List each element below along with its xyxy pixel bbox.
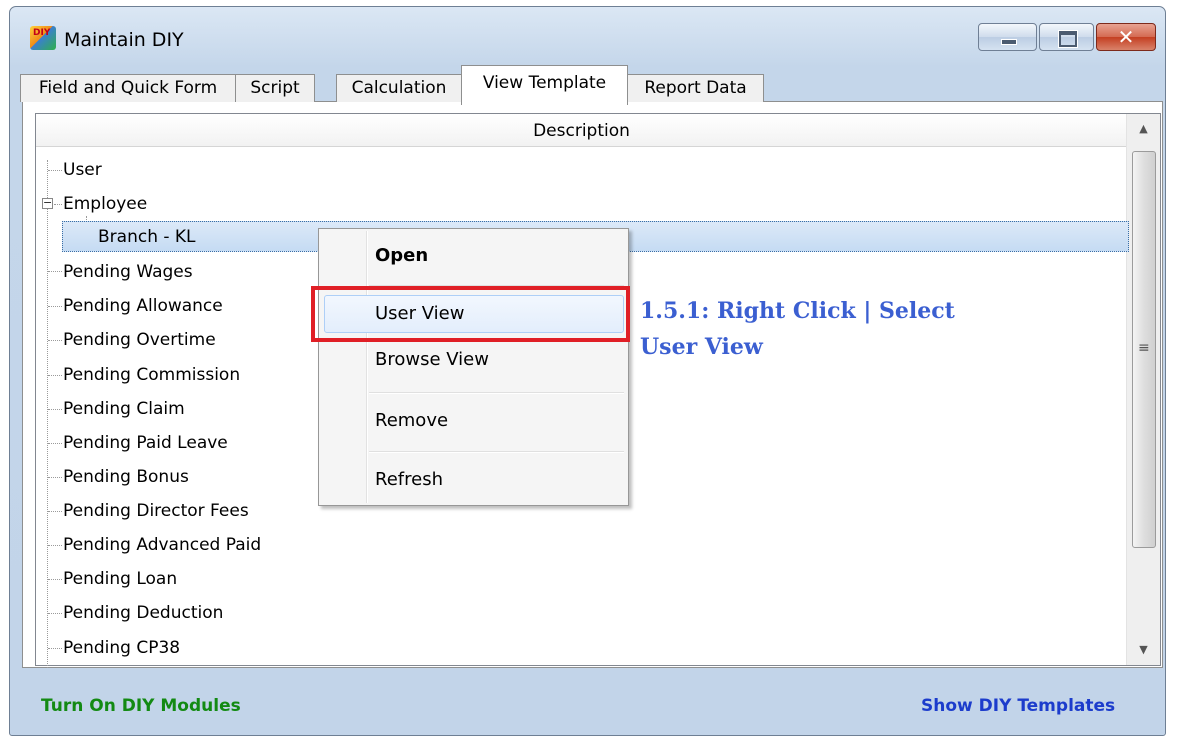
show-diy-templates-link[interactable]: Show DIY Templates [921, 696, 1115, 716]
annotation-line-1: 1.5.1: Right Click | Select [640, 298, 955, 324]
minimize-button[interactable] [978, 23, 1037, 51]
tree-item-pending-paid-leave[interactable]: Pending Paid Leave [63, 433, 228, 453]
context-menu: Open User View Browse View Remove Refres… [318, 228, 629, 506]
tree-line [48, 170, 62, 171]
tree-item-pending-bonus[interactable]: Pending Bonus [63, 467, 189, 487]
tree-line [48, 477, 62, 478]
tab-calculation[interactable]: Calculation [336, 74, 462, 102]
tree-item-user[interactable]: User [63, 160, 102, 180]
scroll-down-arrow-icon[interactable]: ▼ [1127, 635, 1160, 665]
tree-item-pending-commission[interactable]: Pending Commission [63, 365, 240, 385]
tree-line [48, 613, 62, 614]
tree-item-pending-wages[interactable]: Pending Wages [63, 262, 193, 282]
tree-item-pending-director-fees[interactable]: Pending Director Fees [63, 501, 249, 521]
tab-view-template[interactable]: View Template [461, 65, 628, 105]
tab-script[interactable]: Script [235, 74, 315, 102]
tree-line [48, 375, 62, 376]
tree-line [48, 340, 62, 341]
tree-line [54, 204, 62, 205]
tab-report-data[interactable]: Report Data [627, 74, 764, 102]
tree-line [48, 545, 62, 546]
scroll-grip-icon: ≡ [1138, 340, 1150, 356]
title-bar[interactable]: DIY Maintain DIY ✕ [10, 7, 1165, 51]
annotation-highlight-box [311, 286, 630, 342]
menu-item-refresh[interactable]: Refresh [375, 469, 443, 490]
tab-field-and-quick-form[interactable]: Field and Quick Form [20, 74, 236, 102]
annotation-text: 1.5.1: Right Click | Select User View [640, 293, 955, 365]
turn-on-diy-modules-link[interactable]: Turn On DIY Modules [41, 696, 241, 716]
menu-item-remove[interactable]: Remove [375, 410, 448, 431]
menu-separator [369, 451, 624, 453]
scroll-up-arrow-icon[interactable]: ▲ [1127, 114, 1160, 144]
tab-strip: Field and Quick Form Script Calculation … [20, 55, 1165, 105]
window-title: Maintain DIY [64, 29, 184, 51]
menu-icon-gutter [366, 231, 368, 503]
menu-separator [369, 392, 624, 394]
tree-item-branch-kl[interactable]: Branch - KL [98, 227, 196, 247]
tree-item-pending-deduction[interactable]: Pending Deduction [63, 603, 223, 623]
collapse-icon[interactable]: − [42, 197, 53, 209]
tree-line [48, 306, 62, 307]
tree-item-pending-cp38[interactable]: Pending CP38 [63, 638, 180, 658]
tree-item-pending-overtime[interactable]: Pending Overtime [63, 330, 216, 350]
vertical-scrollbar[interactable]: ▲ ≡ ▼ [1126, 114, 1160, 665]
tree-line-root [47, 160, 48, 668]
tree-line [48, 511, 62, 512]
tree-item-pending-advanced-paid[interactable]: Pending Advanced Paid [63, 535, 261, 555]
tree-line [48, 271, 62, 272]
tree-item-employee[interactable]: Employee [63, 194, 147, 214]
column-header-description[interactable]: Description [36, 114, 1127, 147]
tree-line [48, 648, 62, 649]
close-button[interactable]: ✕ [1096, 23, 1156, 51]
tree-line [48, 579, 62, 580]
tree-line [48, 443, 62, 444]
scrollbar-thumb[interactable]: ≡ [1132, 151, 1156, 548]
menu-item-browse-view[interactable]: Browse View [375, 349, 489, 370]
tree-item-pending-loan[interactable]: Pending Loan [63, 569, 177, 589]
tree-item-pending-allowance[interactable]: Pending Allowance [63, 296, 223, 316]
menu-item-open[interactable]: Open [375, 245, 428, 266]
annotation-line-2: User View [640, 334, 763, 360]
maximize-button[interactable] [1039, 23, 1094, 51]
close-icon: ✕ [1117, 25, 1135, 49]
diy-app-icon: DIY [30, 26, 56, 50]
tree-line [48, 409, 62, 410]
app-icon-text: DIY [33, 28, 51, 38]
tree-item-pending-claim[interactable]: Pending Claim [63, 399, 185, 419]
